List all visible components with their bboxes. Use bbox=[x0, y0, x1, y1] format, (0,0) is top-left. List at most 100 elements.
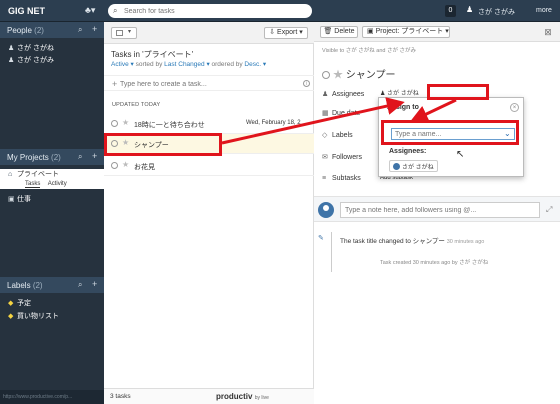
search-icon: ⌕ bbox=[113, 6, 118, 15]
top-bar: GIG NET ♣▾ ⌕ 0 ♟ さが さがみ more bbox=[0, 0, 560, 22]
sidebar-item-person[interactable]: ♟ さが さがね bbox=[8, 43, 54, 53]
task-detail-panel: 🗑 Delete ▣ Project: プライベート ▾ ⊠ Visible t… bbox=[314, 22, 560, 404]
add-project-icon[interactable]: + bbox=[92, 151, 97, 161]
close-icon[interactable]: ⊠ bbox=[542, 26, 554, 38]
search-input[interactable] bbox=[124, 6, 304, 16]
assignees-label: Assignees: bbox=[389, 148, 427, 155]
subtasks-icon: ≡ bbox=[322, 175, 327, 182]
filter-order[interactable]: Desc. bbox=[244, 61, 261, 68]
avatar bbox=[393, 163, 400, 170]
briefcase-icon: ▣ bbox=[8, 196, 15, 203]
calendar-icon: ▦ bbox=[322, 110, 329, 117]
star-icon[interactable]: ★ bbox=[122, 118, 129, 127]
assignee-chip[interactable]: ♟ さが さがね bbox=[380, 88, 419, 97]
tag-icon: ◇ bbox=[322, 132, 328, 139]
home-icon: ⌂ bbox=[8, 171, 13, 178]
notification-badge[interactable]: 0 bbox=[445, 5, 456, 17]
select-all-button[interactable]: ▾ bbox=[111, 27, 137, 39]
field-labels[interactable]: ◇ Labels bbox=[322, 131, 353, 139]
complete-checkbox[interactable] bbox=[111, 162, 118, 169]
sidebar-item-label[interactable]: ◆ 予定 bbox=[8, 298, 31, 308]
filter-sort[interactable]: Last Changed bbox=[164, 61, 204, 68]
highlight-box-assignees bbox=[427, 84, 489, 100]
visibility-note: Visible to さが さがね and さが さがみ bbox=[322, 48, 417, 54]
search-box[interactable]: ⌕ bbox=[108, 4, 312, 18]
productive-logo: productiv by live bbox=[216, 392, 269, 401]
projects-title: My Projects bbox=[7, 153, 49, 162]
people-header: People (2) ⌕ + bbox=[0, 22, 104, 38]
task-name: 18時に一と待ち合わせ bbox=[134, 122, 205, 129]
projects-search-icon[interactable]: ⌕ bbox=[78, 152, 82, 162]
detail-toolbar: 🗑 Delete ▣ Project: プライベート ▾ ⊠ bbox=[314, 22, 560, 42]
more-menu[interactable]: more bbox=[536, 7, 552, 14]
task-list-panel: ▾ ⇩ Export ▾ Tasks in 'プライベート' Active ▾ … bbox=[104, 22, 314, 404]
avatar bbox=[318, 202, 334, 218]
popup-title: Assign to bbox=[387, 104, 419, 111]
complete-checkbox[interactable] bbox=[322, 71, 330, 79]
field-followers[interactable]: ✉ Followers bbox=[322, 153, 362, 161]
labels-title: Labels bbox=[7, 281, 31, 290]
filter-state[interactable]: Active bbox=[111, 61, 129, 68]
tab-tasks[interactable]: Tasks bbox=[25, 181, 41, 188]
highlight-box-task bbox=[104, 133, 222, 156]
sidebar-item-label[interactable]: ◆ 買い物リスト bbox=[8, 311, 59, 321]
people-count: (2) bbox=[34, 26, 44, 35]
expand-icon[interactable]: ⤢ bbox=[546, 205, 552, 215]
sidebar: People (2) ⌕ + ♟ さが さがね ♟ さが さがみ My Projec… bbox=[0, 22, 104, 404]
projects-header: My Projects (2) ⌕ + bbox=[0, 149, 104, 165]
chevron-down-icon: ▾ bbox=[128, 29, 132, 35]
plus-icon: + bbox=[112, 79, 118, 89]
assignee-chip[interactable]: さが さがね bbox=[389, 160, 438, 172]
delete-button[interactable]: 🗑 Delete bbox=[320, 26, 358, 38]
labels-search-icon[interactable]: ⌕ bbox=[78, 280, 82, 290]
task-list-footer: 3 tasks productiv by live bbox=[104, 388, 314, 404]
group-header: UPDATED TODAY bbox=[112, 102, 161, 108]
add-label-icon[interactable]: + bbox=[92, 279, 97, 289]
task-count: 3 tasks bbox=[110, 393, 131, 400]
person-icon: ♟ bbox=[8, 57, 15, 64]
labels-count: (2) bbox=[32, 281, 43, 290]
new-task-input[interactable] bbox=[120, 79, 290, 89]
task-list-toolbar: ▾ ⇩ Export ▾ bbox=[104, 22, 314, 44]
app-brand[interactable]: GIG NET bbox=[8, 6, 45, 16]
sidebar-item-project-work[interactable]: ▣ 仕事 bbox=[8, 194, 31, 204]
star-icon[interactable]: ★ bbox=[333, 70, 343, 81]
task-row[interactable]: ★ 18時に一と待ち合わせ Wed, February 18, 2 bbox=[104, 114, 314, 134]
mouse-cursor-icon: ↖ bbox=[456, 149, 465, 160]
tab-activity[interactable]: Activity bbox=[48, 181, 67, 187]
task-row[interactable]: ★ お花見 bbox=[104, 156, 314, 176]
organization-icon[interactable]: ♣▾ bbox=[85, 5, 95, 16]
highlight-box-name-input bbox=[381, 120, 519, 145]
user-name[interactable]: さが さがみ bbox=[478, 7, 515, 17]
sidebar-item-person[interactable]: ♟ さが さがみ bbox=[8, 55, 54, 65]
project-select-button[interactable]: ▣ Project: プライベート ▾ bbox=[362, 26, 450, 38]
status-url: https://www.productive.com/p... bbox=[0, 390, 104, 404]
sidebar-item-project-private[interactable]: ⌂ プライベート Tasks Activity bbox=[0, 169, 104, 189]
user-icon[interactable]: ♟ bbox=[466, 5, 473, 14]
task-list-filter: Active ▾ sorted by Last Changed ▾ ordere… bbox=[111, 61, 267, 68]
add-person-icon[interactable]: + bbox=[92, 24, 97, 34]
export-button[interactable]: ⇩ Export ▾ bbox=[264, 27, 308, 39]
projects-count: (2) bbox=[51, 153, 61, 162]
task-list-title: Tasks in 'プライベート' bbox=[111, 50, 194, 59]
complete-checkbox[interactable] bbox=[111, 120, 118, 127]
people-search-icon[interactable]: ⌕ bbox=[78, 25, 82, 35]
comment-input[interactable] bbox=[340, 202, 540, 218]
tag-icon: ◆ bbox=[8, 313, 14, 320]
info-icon[interactable]: i bbox=[303, 80, 310, 87]
tag-icon: ◆ bbox=[8, 300, 14, 307]
task-title[interactable]: ★ シャンプー bbox=[322, 66, 395, 81]
field-subtasks[interactable]: ≡ Subtasks bbox=[322, 175, 361, 182]
task-date: Wed, February 18, 2 bbox=[246, 120, 301, 126]
field-assignees[interactable]: ♟ Assignees bbox=[322, 90, 364, 98]
star-icon[interactable]: ★ bbox=[122, 160, 129, 169]
close-icon[interactable]: × bbox=[510, 103, 519, 112]
field-due-date[interactable]: ▦ Due date bbox=[322, 109, 360, 117]
labels-header: Labels (2) ⌕ + bbox=[0, 277, 104, 293]
followers-icon: ✉ bbox=[322, 154, 328, 161]
person-icon: ♟ bbox=[8, 45, 15, 52]
people-title: People bbox=[7, 26, 32, 35]
task-name: お花見 bbox=[134, 164, 155, 171]
activity-timeline bbox=[331, 232, 332, 272]
new-task-row: + i bbox=[104, 75, 314, 91]
